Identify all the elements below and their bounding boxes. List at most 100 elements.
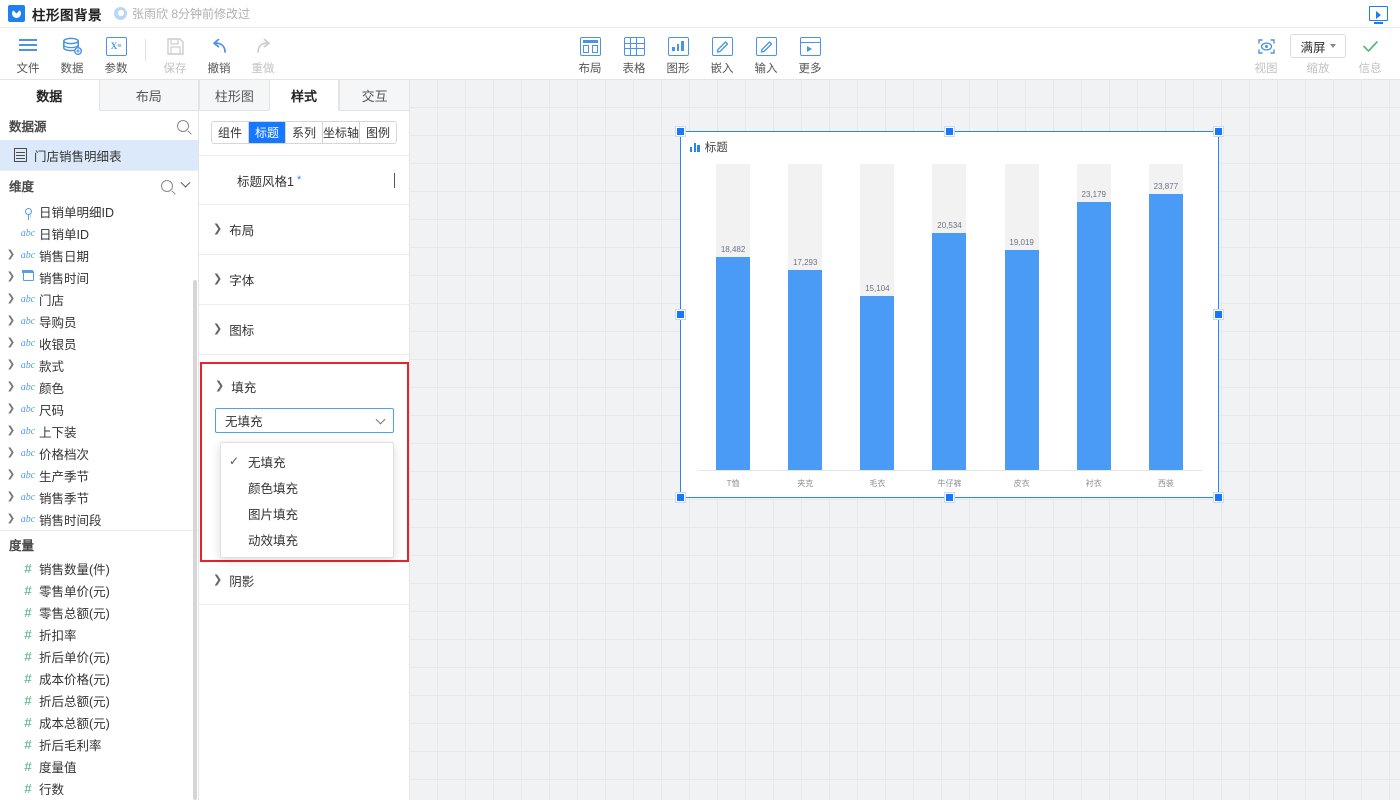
bar-item[interactable]: 19,019	[1005, 164, 1039, 470]
bar-item[interactable]: 17,293	[788, 164, 822, 470]
datasource-item[interactable]: 门店销售明细表	[0, 140, 198, 170]
tab-data[interactable]: 数据	[0, 80, 100, 111]
field-item[interactable]: ❯abc销售季节	[0, 486, 198, 508]
section-layout[interactable]: ❯ 布局	[199, 205, 409, 255]
segment-series[interactable]: 系列	[286, 122, 323, 143]
toolbar-button-save[interactable]: 保存	[153, 31, 197, 76]
tab-style[interactable]: 样式	[269, 80, 340, 111]
expand-arrow-icon[interactable]: ❯	[5, 360, 17, 370]
bar-item[interactable]: 20,534	[932, 164, 966, 470]
field-item[interactable]: ❯abc导购员	[0, 310, 198, 332]
expand-arrow-icon[interactable]: ❯	[5, 294, 17, 304]
section-fill[interactable]: ❯ 填充	[202, 364, 407, 408]
bar-item[interactable]: 23,179	[1077, 164, 1111, 470]
bar-item[interactable]: 15,104	[860, 164, 894, 470]
zoom-select[interactable]: 满屏	[1290, 34, 1346, 58]
bar-fill[interactable]: 15,104	[860, 296, 894, 470]
field-item[interactable]: ❯abc收银员	[0, 332, 198, 354]
field-item[interactable]: #折后单价(元)	[0, 645, 198, 667]
section-font[interactable]: ❯ 字体	[199, 255, 409, 305]
segment-axis[interactable]: 坐标轴	[323, 122, 360, 143]
field-item[interactable]: ❯abc款式	[0, 354, 198, 376]
field-item[interactable]: ❯abc上下装	[0, 420, 198, 442]
field-item[interactable]: ❯abc颜色	[0, 376, 198, 398]
resize-handle-top-left[interactable]	[676, 127, 685, 136]
bar-fill[interactable]: 17,293	[788, 270, 822, 470]
expand-arrow-icon[interactable]: ❯	[5, 404, 17, 414]
section-icon[interactable]: ❯ 图标	[199, 305, 409, 355]
dropdown-option-image[interactable]: 图片填充	[221, 500, 393, 526]
field-item[interactable]: #折后总额(元)	[0, 689, 198, 711]
toolbar-button-info[interactable]: 信息	[1348, 31, 1392, 76]
field-item[interactable]: #成本价格(元)	[0, 667, 198, 689]
toolbar-button-embed[interactable]: 嵌入	[700, 31, 744, 76]
chevron-down-icon[interactable]	[181, 178, 191, 188]
tab-layout[interactable]: 布局	[100, 80, 199, 111]
bar-fill[interactable]: 19,019	[1005, 250, 1039, 470]
expand-arrow-icon[interactable]: ❯	[5, 514, 17, 524]
bar-fill[interactable]: 20,534	[932, 233, 966, 470]
expand-arrow-icon[interactable]: ❯	[5, 492, 17, 502]
zoom-control[interactable]: 满屏 缩放	[1288, 31, 1348, 76]
resize-handle-top-center[interactable]	[945, 127, 954, 136]
field-item[interactable]: #行数	[0, 777, 198, 799]
dropdown-option-color[interactable]: 颜色填充	[221, 474, 393, 500]
tab-barchart[interactable]: 柱形图	[199, 80, 269, 111]
bar-item[interactable]: 23,877	[1149, 164, 1183, 470]
expand-arrow-icon[interactable]: ❯	[5, 382, 17, 392]
field-item[interactable]: ❯销售时间	[0, 266, 198, 288]
toolbar-button-layout[interactable]: 布局	[568, 31, 612, 76]
expand-arrow-icon[interactable]: ❯	[5, 272, 17, 282]
field-item[interactable]: #零售总额(元)	[0, 601, 198, 623]
canvas-area[interactable]: 标题 18,48217,29315,10420,53419,01923,1792…	[410, 80, 1400, 800]
field-item[interactable]: ❯abc门店	[0, 288, 198, 310]
field-item[interactable]: #折后毛利率	[0, 733, 198, 755]
present-screen-icon[interactable]	[1369, 6, 1388, 21]
expand-arrow-icon[interactable]: ❯	[5, 250, 17, 260]
field-item[interactable]: 日销单明细ID	[0, 200, 198, 222]
bar-item[interactable]: 18,482	[716, 164, 750, 470]
tab-interaction[interactable]: 交互	[339, 80, 409, 111]
field-item[interactable]: #销售数量(件)	[0, 557, 198, 579]
segment-legend[interactable]: 图例	[360, 122, 396, 143]
title-style-row[interactable]: 标题风格1 *	[199, 155, 409, 205]
chart-container[interactable]: 标题 18,48217,29315,10420,53419,01923,1792…	[680, 131, 1219, 498]
field-item[interactable]: ❯abc生产季节	[0, 464, 198, 486]
toolbar-button-parameter[interactable]: X ≡ 参数	[94, 31, 138, 76]
search-icon[interactable]	[177, 120, 189, 132]
bar-fill[interactable]: 18,482	[716, 257, 750, 470]
toolbar-button-data[interactable]: 数据	[50, 31, 94, 76]
field-item[interactable]: abc日销单ID	[0, 222, 198, 244]
field-item[interactable]: #成本总额(元)	[0, 711, 198, 733]
field-item[interactable]: ❯abc尺码	[0, 398, 198, 420]
left-panel-scrollbar[interactable]	[193, 280, 197, 800]
field-item[interactable]: ❯abc价格档次	[0, 442, 198, 464]
expand-arrow-icon[interactable]: ❯	[5, 338, 17, 348]
expand-arrow-icon[interactable]: ❯	[5, 470, 17, 480]
field-item[interactable]: #折扣率	[0, 623, 198, 645]
toolbar-button-input[interactable]: 输入	[744, 31, 788, 76]
bar-fill[interactable]: 23,877	[1149, 194, 1183, 470]
field-item[interactable]: ❯abc销售时间段	[0, 508, 198, 530]
field-item[interactable]: ❯abc销售日期	[0, 244, 198, 266]
expand-arrow-icon[interactable]: ❯	[5, 448, 17, 458]
resize-handle-top-right[interactable]	[1214, 127, 1223, 136]
section-shadow[interactable]: ❯ 阴影	[199, 555, 409, 605]
segment-title[interactable]: 标题	[249, 122, 286, 143]
dropdown-option-animation[interactable]: 动效填充	[221, 526, 393, 552]
bar-fill[interactable]: 23,179	[1077, 202, 1111, 470]
field-item[interactable]: #度量值	[0, 755, 198, 777]
toolbar-button-redo[interactable]: 重做	[241, 31, 285, 76]
toolbar-button-more[interactable]: 更多	[788, 31, 832, 76]
toolbar-button-table[interactable]: 表格	[612, 31, 656, 76]
fill-type-select[interactable]: 无填充	[215, 408, 394, 433]
segment-component[interactable]: 组件	[212, 122, 249, 143]
dropdown-option-none[interactable]: ✓ 无填充	[221, 448, 393, 474]
toolbar-button-chart[interactable]: 图形	[656, 31, 700, 76]
toolbar-button-view[interactable]: 视图	[1244, 31, 1288, 76]
expand-arrow-icon[interactable]: ❯	[5, 316, 17, 326]
field-item[interactable]: #零售单价(元)	[0, 579, 198, 601]
toolbar-button-undo[interactable]: 撤销	[197, 31, 241, 76]
search-icon[interactable]	[161, 180, 173, 192]
toolbar-button-file[interactable]: 文件	[6, 31, 50, 76]
